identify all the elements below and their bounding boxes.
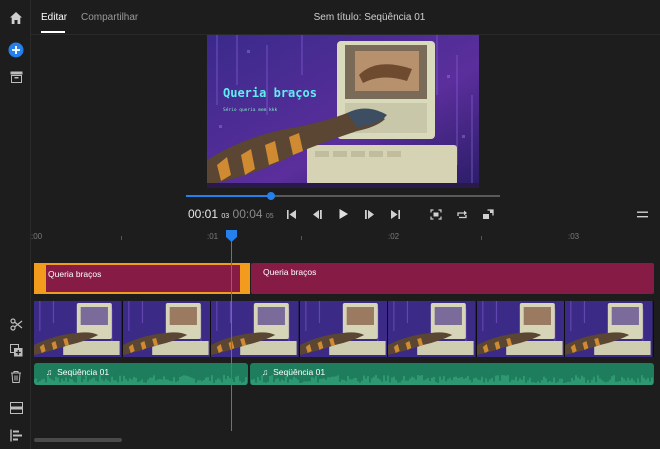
split-scissors-icon[interactable] — [6, 314, 26, 334]
duplicate-icon[interactable] — [6, 340, 26, 360]
playhead-line — [231, 237, 232, 431]
current-frames: 03 — [221, 213, 230, 220]
total-time: 00:04 — [232, 207, 263, 221]
current-time: 00:01 — [188, 207, 219, 221]
audio-clip-label: ♫ Seqüência 01 — [262, 367, 326, 377]
title-clip[interactable]: Queria braços — [251, 263, 654, 294]
video-track[interactable] — [34, 301, 654, 357]
video-thumbnail — [388, 301, 477, 357]
add-media-icon[interactable] — [6, 40, 26, 60]
video-thumbnail — [476, 301, 566, 357]
timeline-ruler[interactable]: :00 :01 :02 :03 — [31, 228, 660, 248]
title-clip-selected[interactable]: Queria braços — [34, 263, 250, 294]
tab-compartilhar[interactable]: Compartilhar — [81, 12, 138, 23]
tab-editar[interactable]: Editar — [41, 12, 67, 23]
ruler-label: :03 — [568, 232, 580, 241]
video-thumbnail — [211, 301, 300, 357]
total-frames: 05 — [265, 213, 274, 220]
fullscreen-icon[interactable] — [480, 206, 496, 222]
top-bar: Editar Compartilhar Sem título: Seqüênci… — [31, 0, 660, 35]
preview-overlay-subtitle: Sério queria mem kkk — [223, 106, 277, 113]
go-to-end-icon[interactable] — [387, 206, 403, 222]
panel-menu-icon[interactable] — [634, 206, 650, 222]
preview-frame-image: Queria braços Sério queria mem kkk — [207, 35, 479, 188]
align-icon[interactable] — [6, 425, 26, 445]
track-settings-icon[interactable] — [6, 398, 26, 418]
video-thumbnail — [565, 301, 654, 357]
title-clip-label: Queria braços — [48, 269, 102, 279]
audio-clip[interactable]: ♫ Seqüência 01 — [250, 363, 654, 385]
step-back-icon[interactable] — [309, 206, 325, 222]
play-icon[interactable] — [335, 206, 351, 222]
video-thumbnail — [34, 301, 123, 357]
audio-clip-label: ♫ Seqüência 01 — [46, 367, 110, 377]
media-bin-icon[interactable] — [6, 67, 26, 87]
ruler-tick — [301, 236, 302, 240]
playhead-handle[interactable] — [226, 230, 237, 242]
preview-overlay-title: Queria braços — [223, 86, 317, 100]
go-to-start-icon[interactable] — [283, 206, 299, 222]
ruler-tick — [121, 236, 122, 240]
title-clip-label: Queria braços — [263, 267, 317, 277]
ruler-label: :00 — [31, 232, 43, 241]
audio-clip[interactable]: ♫ Seqüência 01 — [34, 363, 248, 385]
ruler-label: :02 — [388, 232, 400, 241]
timecode-display: 00:01 03 00:04 05 — [188, 207, 274, 221]
video-preview[interactable]: Queria braços Sério queria mem kkk — [207, 35, 479, 188]
ruler-label: :01 — [207, 232, 219, 241]
timeline-scrollbar[interactable] — [34, 438, 122, 442]
scrubber-handle[interactable] — [266, 192, 275, 200]
ruler-tick — [481, 236, 482, 240]
audio-track: ♫ Seqüência 01 ♫ Seqüência 01 — [34, 363, 654, 385]
home-icon[interactable] — [6, 8, 26, 28]
scrubber-progress — [186, 195, 271, 197]
left-toolbar — [0, 0, 31, 449]
trash-icon[interactable] — [6, 366, 26, 386]
fit-frame-icon[interactable] — [428, 206, 444, 222]
video-thumbnail — [122, 301, 212, 357]
step-forward-icon[interactable] — [361, 206, 377, 222]
title-track: Queria braços Queria braços — [31, 263, 660, 294]
playback-scrubber[interactable] — [186, 192, 500, 200]
loop-icon[interactable] — [454, 206, 470, 222]
video-thumbnail — [299, 301, 389, 357]
active-tab-indicator — [41, 31, 65, 33]
